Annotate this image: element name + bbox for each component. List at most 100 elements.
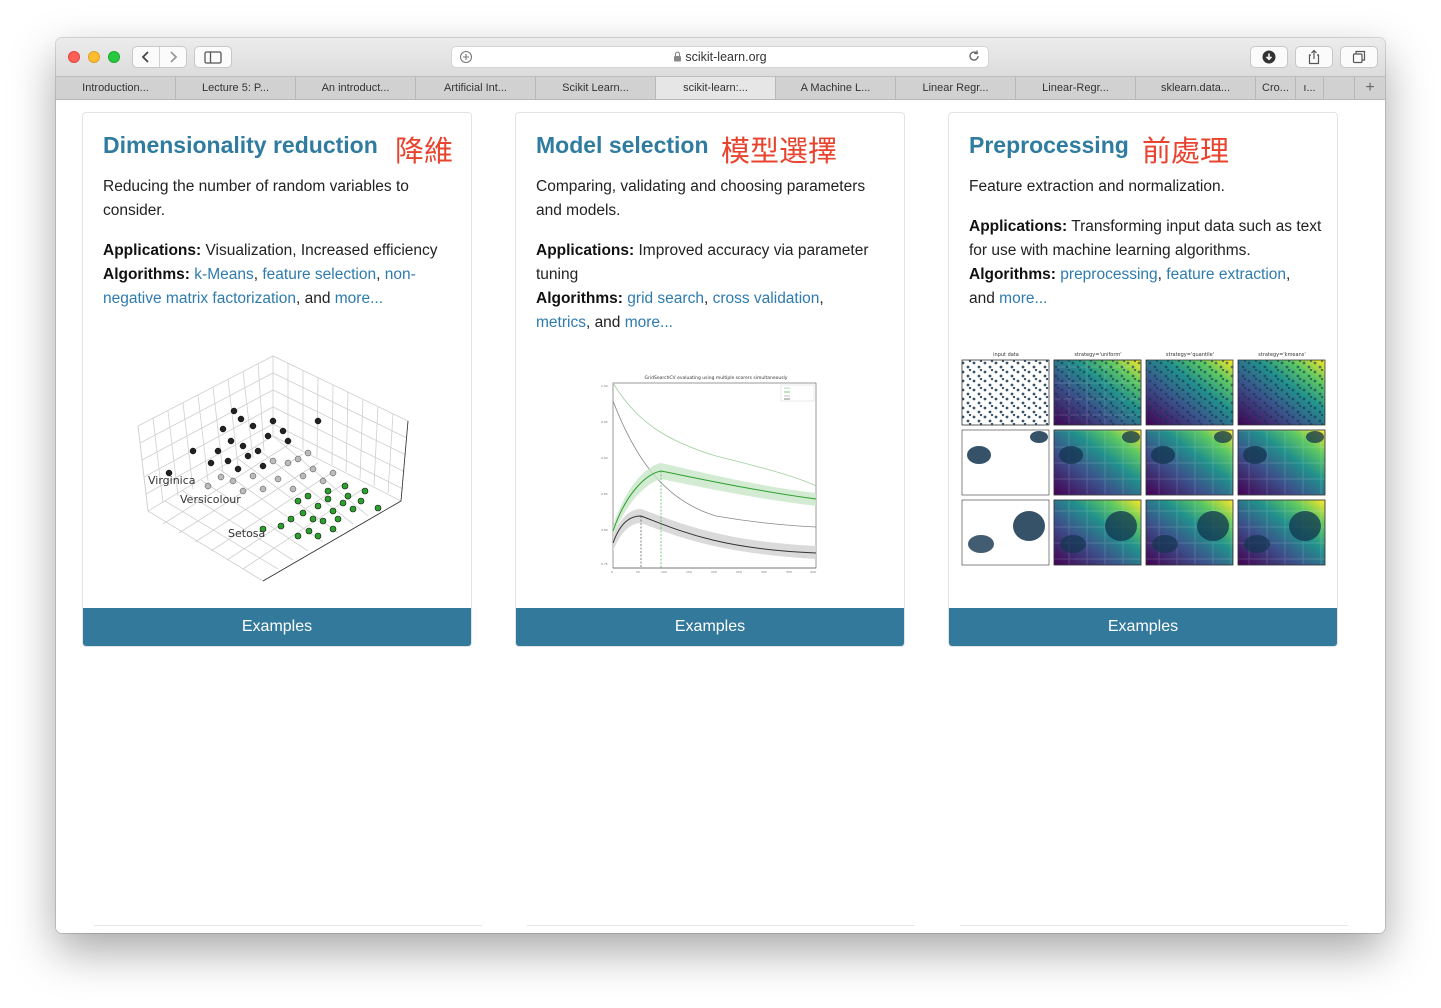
zoom-window-button[interactable] [108, 51, 120, 63]
card-title[interactable]: Preprocessing [969, 132, 1129, 159]
svg-text:0.85: 0.85 [601, 492, 608, 496]
and-text: , and [585, 314, 625, 331]
browser-tab[interactable]: Linear Regr... [896, 77, 1016, 99]
svg-text:400: 400 [810, 570, 816, 574]
reload-icon[interactable] [967, 49, 981, 66]
more-link[interactable]: more... [335, 290, 383, 307]
chevron-left-icon [141, 51, 149, 63]
plus-icon: + [1365, 79, 1375, 96]
divider [527, 925, 915, 926]
browser-tab[interactable]: Cro... [1256, 77, 1296, 99]
algorithm-link[interactable]: feature selection [262, 266, 376, 283]
tab-bar: Introduction... Lecture 5: P... An intro… [56, 76, 1385, 100]
algorithms-label: Algorithms: [103, 266, 190, 283]
svg-text:0.90: 0.90 [601, 456, 608, 460]
more-link[interactable]: more... [625, 314, 673, 331]
algorithms-label: Algorithms: [969, 266, 1056, 283]
share-button[interactable] [1295, 46, 1333, 68]
browser-tab[interactable]: A Machine L... [776, 77, 896, 99]
figure-label-setosa: Setosa [228, 527, 265, 540]
address-bar[interactable]: scikit-learn.org [451, 46, 989, 68]
applications-text: Visualization, Increased efficiency [201, 242, 438, 259]
sidebar-toggle-button[interactable] [194, 46, 232, 68]
browser-tab[interactable]: sklearn.data... [1136, 77, 1256, 99]
applications-label: Applications: [536, 242, 635, 259]
svg-text:150: 150 [686, 570, 692, 574]
card-body: Comparing, validating and choosing param… [536, 175, 891, 335]
browser-tab[interactable]: Lecture 5: P... [176, 77, 296, 99]
gridsearch-curve-figure: GridSearchCV evaluating using multiple s… [601, 375, 817, 574]
browser-tab[interactable]: An introduct... [296, 77, 416, 99]
card-title-annotation: 模型選擇 [721, 134, 838, 168]
new-tab-button[interactable]: + [1354, 77, 1385, 99]
page-content: Dimensionality reduction 降維 Reducing the… [56, 100, 1385, 933]
svg-text:1.00: 1.00 [601, 384, 608, 388]
card-description: Reducing the number of random variables … [103, 178, 409, 219]
svg-text:0.75: 0.75 [601, 562, 608, 566]
card-title[interactable]: Dimensionality reduction [103, 132, 378, 159]
svg-text:300: 300 [761, 570, 767, 574]
tab-overview-button[interactable] [1340, 46, 1378, 68]
card-model-selection: Model selection 模型選擇 Comparing, validati… [515, 112, 905, 647]
pca-3d-scatter-figure: Virginica Versicolour Setosa [137, 355, 409, 582]
browser-tab[interactable]: Scikit Learn... [536, 77, 656, 99]
kbins-discretizer-figure: input data strategy='uniform' strategy='… [961, 352, 1326, 566]
browser-tab[interactable]: ı... [1296, 77, 1324, 99]
card-title-annotation: 前處理 [1142, 134, 1230, 168]
svg-text:50: 50 [636, 570, 640, 574]
svg-text:0.80: 0.80 [601, 528, 608, 532]
downloads-button[interactable] [1250, 46, 1288, 68]
card-body: Reducing the number of random variables … [103, 175, 458, 311]
url-text: scikit-learn.org [685, 50, 767, 64]
card-title-annotation: 降維 [395, 134, 454, 168]
examples-button[interactable]: Examples [949, 608, 1337, 646]
figure-label-versicolour: Versicolour [180, 493, 241, 506]
chevron-right-icon [170, 51, 178, 63]
browser-tab[interactable]: Artificial Int... [416, 77, 536, 99]
browser-tab-active[interactable]: scikit-learn:... [656, 77, 776, 99]
figure-header: strategy='kmeans' [1258, 352, 1305, 358]
lock-icon [674, 51, 682, 62]
browser-toolbar: scikit-learn.org [56, 38, 1385, 76]
svg-text:100: 100 [661, 570, 667, 574]
algorithm-link[interactable]: grid search [627, 290, 704, 307]
forward-button[interactable] [160, 47, 186, 67]
close-window-button[interactable] [68, 51, 80, 63]
svg-text:350: 350 [786, 570, 792, 574]
card-preprocessing: Preprocessing 前處理 Feature extraction and… [948, 112, 1338, 647]
applications-label: Applications: [103, 242, 202, 259]
algorithm-link[interactable]: cross validation [713, 290, 820, 307]
back-button[interactable] [133, 47, 159, 67]
algorithm-link[interactable]: feature extraction [1166, 266, 1286, 283]
examples-button[interactable]: Examples [83, 608, 471, 646]
and-text: , and [295, 290, 335, 307]
svg-text:200: 200 [711, 570, 717, 574]
minimize-window-button[interactable] [88, 51, 100, 63]
browser-tab[interactable]: Introduction... [56, 77, 176, 99]
card-description: Comparing, validating and choosing param… [536, 178, 866, 219]
figure-header: strategy='quantile' [1166, 352, 1214, 358]
figure-label-virginica: Virginica [148, 474, 196, 487]
algorithm-link[interactable]: k-Means [194, 266, 253, 283]
figure-title: GridSearchCV evaluating using multiple s… [645, 375, 788, 381]
examples-button[interactable]: Examples [516, 608, 904, 646]
nav-buttons [132, 46, 187, 68]
share-icon [1308, 49, 1320, 65]
figure-header: strategy='uniform' [1074, 352, 1121, 358]
card-description: Feature extraction and normalization. [969, 178, 1225, 195]
card-title[interactable]: Model selection [536, 132, 709, 159]
algorithms-label: Algorithms: [536, 290, 623, 307]
svg-text:0: 0 [611, 570, 613, 574]
tabs-icon [1352, 50, 1366, 64]
algorithm-link[interactable]: preprocessing [1060, 266, 1157, 283]
figure-header: input data [993, 352, 1019, 358]
download-icon [1262, 50, 1276, 64]
algorithm-link[interactable]: metrics [536, 314, 586, 331]
applications-label: Applications: [969, 218, 1068, 235]
browser-window: scikit-learn.org Introduction... Lecture… [56, 38, 1385, 933]
browser-tab[interactable]: Linear-Regr... [1016, 77, 1136, 99]
more-link[interactable]: more... [999, 290, 1047, 307]
svg-text:0.95: 0.95 [601, 420, 608, 424]
sidebar-icon [204, 50, 222, 64]
address-url: scikit-learn.org [452, 50, 988, 64]
